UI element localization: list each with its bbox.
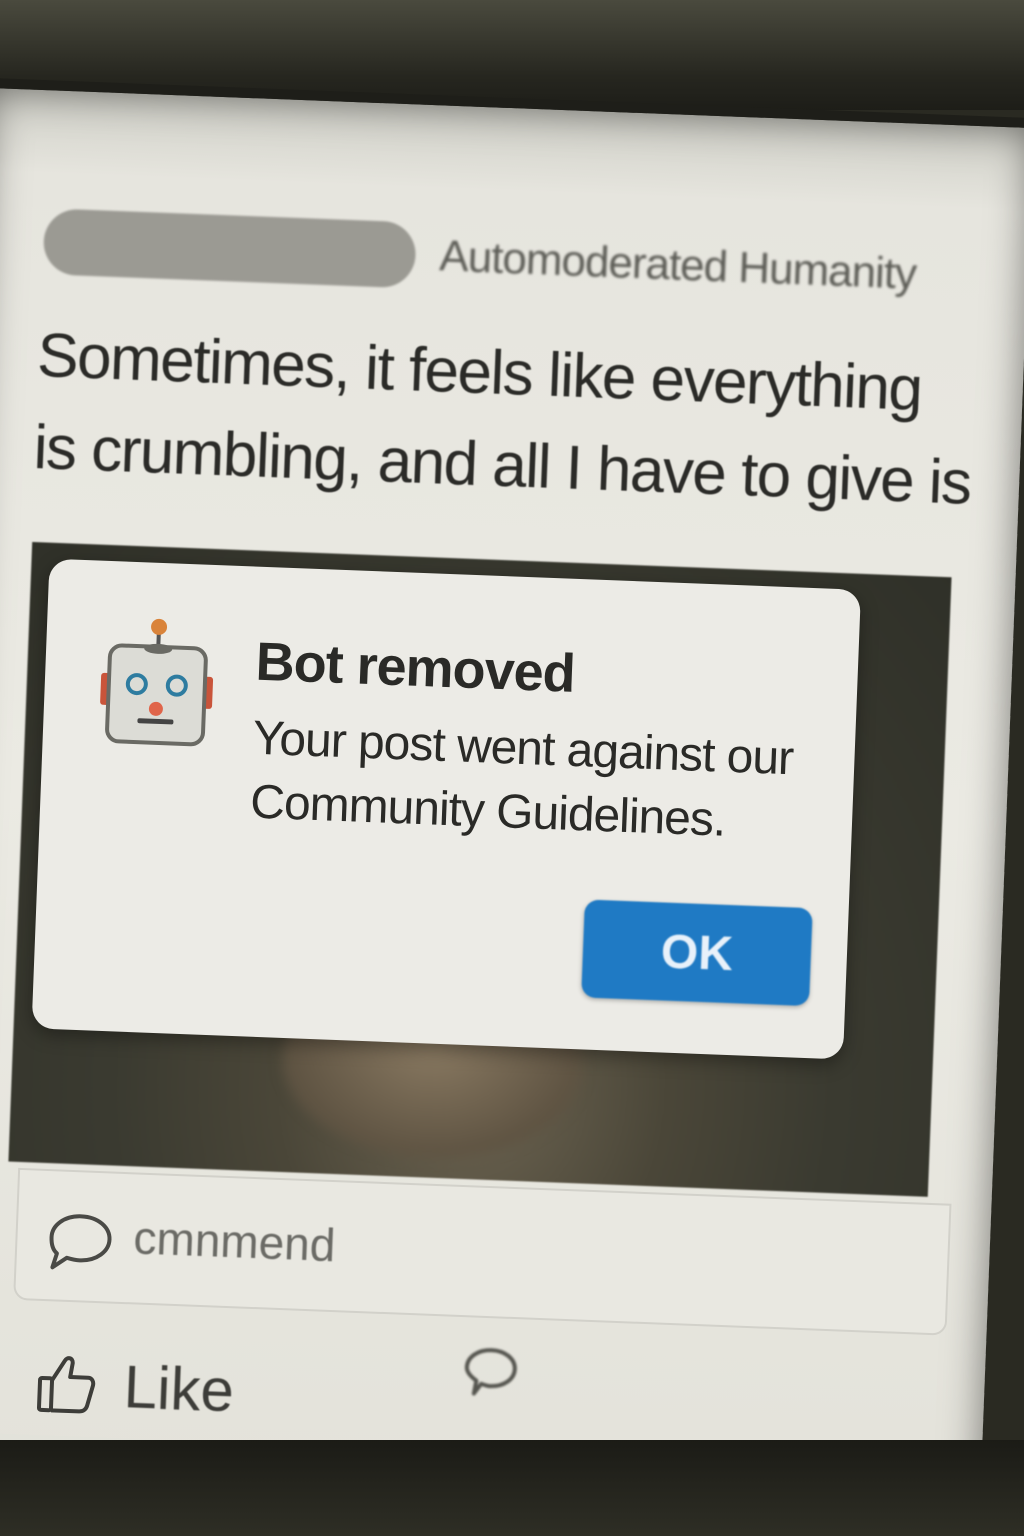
ok-button[interactable]: OK xyxy=(581,899,813,1007)
like-label: Like xyxy=(122,1352,236,1424)
dialog-title: Bot removed xyxy=(254,631,576,704)
like-button[interactable]: Like xyxy=(34,1343,235,1431)
bot-removed-dialog: Bot removed Your post went against our C… xyxy=(31,558,861,1060)
post-header: Automoderated Humanity xyxy=(42,200,1005,307)
speech-bubble-icon[interactable] xyxy=(462,1345,520,1399)
speech-bubble-icon xyxy=(49,1214,112,1270)
dialog-message: Your post went against our Community Gui… xyxy=(249,711,795,847)
robot-icon xyxy=(100,618,214,747)
group-name[interactable]: Automoderated Humanity xyxy=(439,231,917,299)
comment-input[interactable]: cmnmend xyxy=(13,1167,952,1336)
author-name-redacted[interactable] xyxy=(42,208,417,289)
screen: Automoderated Humanity Sometimes, it fee… xyxy=(0,78,1024,1520)
monitor-bezel-bottom xyxy=(0,1440,1024,1536)
thumbs-up-icon xyxy=(36,1356,96,1414)
comment-placeholder: cmnmend xyxy=(132,1211,337,1272)
post-text: Sometimes, it feels like everything is c… xyxy=(32,321,972,518)
